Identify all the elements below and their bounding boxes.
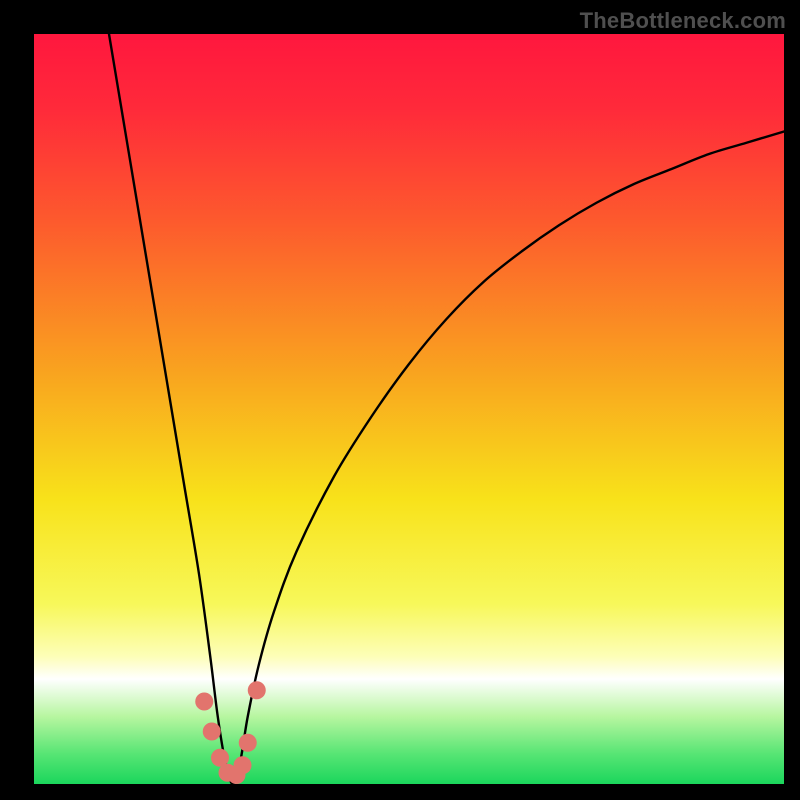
marker-dot — [195, 693, 213, 711]
chart-frame: TheBottleneck.com — [0, 0, 800, 800]
gradient-background — [34, 34, 784, 784]
marker-dot — [239, 734, 257, 752]
plot-area — [34, 34, 784, 784]
marker-dot — [234, 756, 252, 774]
marker-dot — [203, 723, 221, 741]
watermark-text: TheBottleneck.com — [580, 8, 786, 34]
plot-svg — [34, 34, 784, 784]
marker-dot — [248, 681, 266, 699]
